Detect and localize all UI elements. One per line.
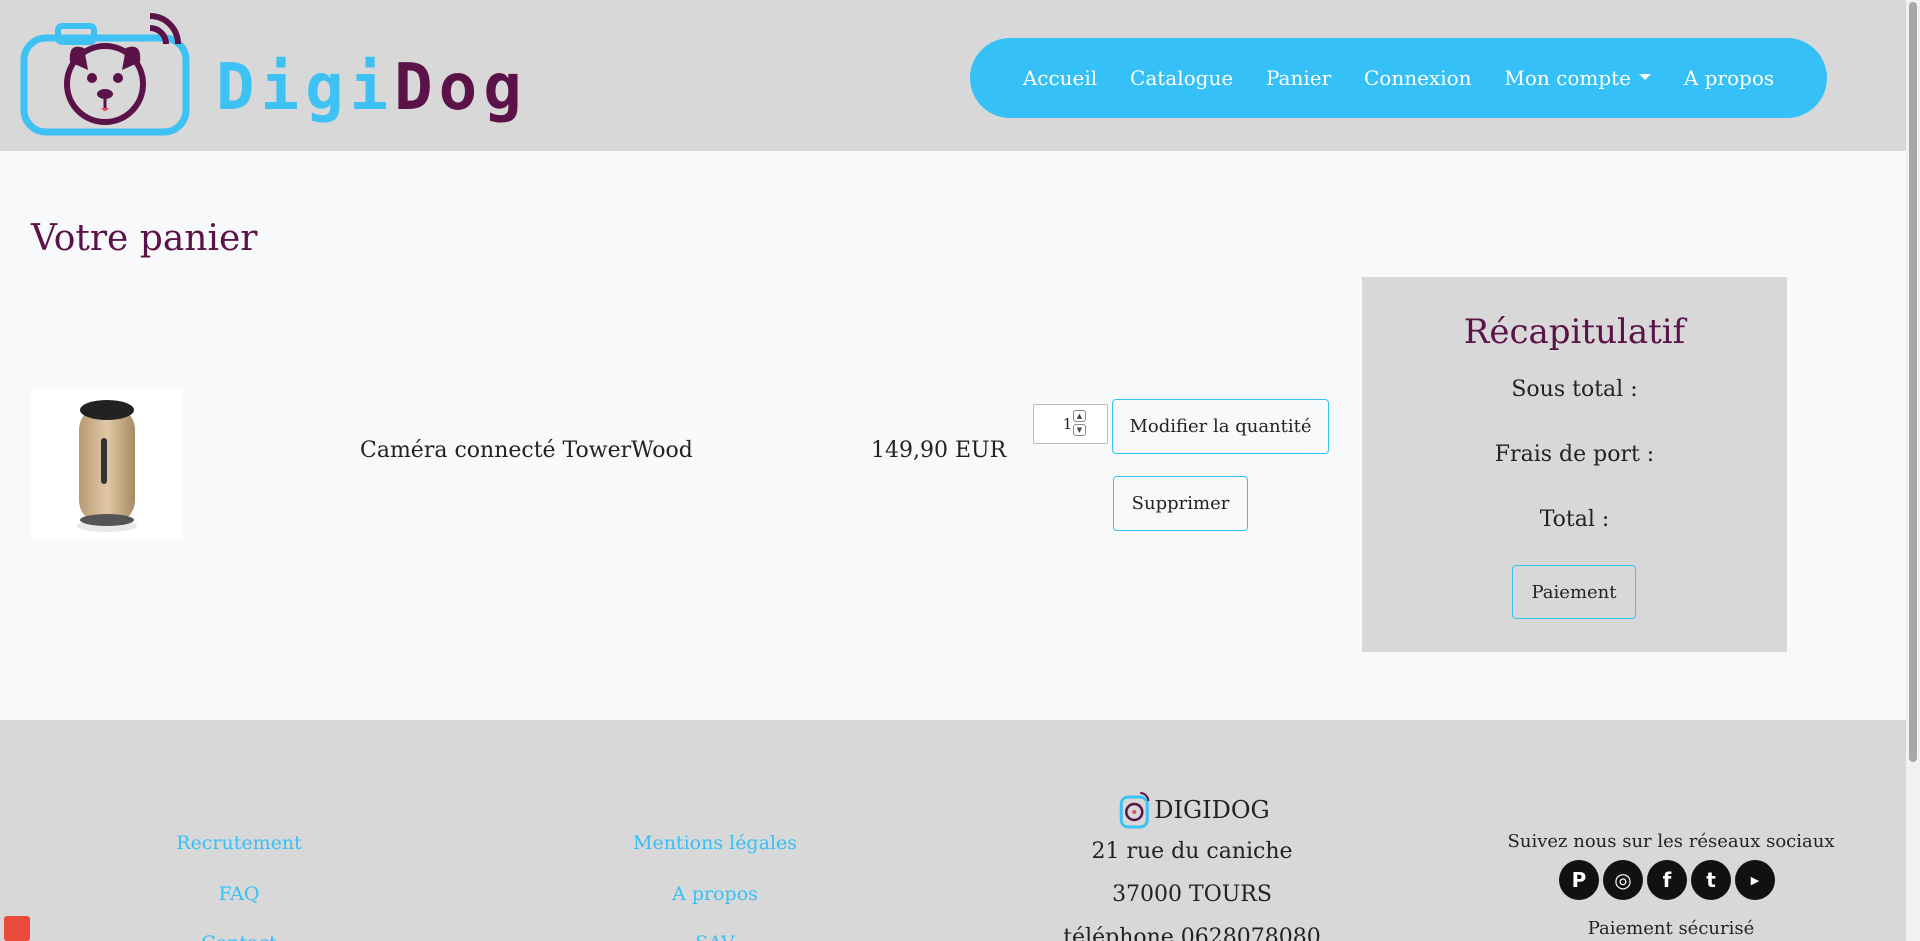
- logo-text-digi: Digi: [216, 51, 395, 125]
- digidog-logo[interactable]: DigiDog: [18, 12, 523, 140]
- quantity-input[interactable]: [1033, 404, 1108, 444]
- extension-icon[interactable]: [4, 916, 30, 941]
- page-scrollbar[interactable]: [1906, 0, 1920, 941]
- instagram-icon[interactable]: ◎: [1603, 860, 1643, 900]
- twitter-icon[interactable]: t: [1691, 860, 1731, 900]
- nav-catalog[interactable]: Catalogue: [1130, 66, 1233, 90]
- footer-link-about[interactable]: A propos: [672, 883, 758, 905]
- total-label: Total :: [1539, 507, 1610, 532]
- product-name: Caméra connecté TowerWood: [360, 438, 693, 463]
- site-header: DigiDog Accueil Catalogue Panier Connexi…: [0, 0, 1906, 151]
- footer-address-line2: 37000 TOURS: [1112, 882, 1272, 907]
- stepper-down-icon[interactable]: ▼: [1073, 424, 1086, 436]
- nav-account-dropdown[interactable]: Mon compte: [1504, 66, 1651, 90]
- nav-cart[interactable]: Panier: [1266, 66, 1331, 90]
- pinterest-icon[interactable]: P: [1559, 860, 1599, 900]
- page-title: Votre panier: [31, 218, 258, 259]
- payment-button[interactable]: Paiement: [1512, 565, 1636, 619]
- main-nav: Accueil Catalogue Panier Connexion Mon c…: [970, 38, 1827, 118]
- order-summary: Récapitulatif Sous total : Frais de port…: [1362, 277, 1787, 652]
- stepper-up-icon[interactable]: ▲: [1073, 410, 1086, 422]
- product-price: 149,90 EUR: [871, 438, 1007, 463]
- footer-link-sav[interactable]: SAV: [695, 932, 735, 941]
- footer-link-legal[interactable]: Mentions légales: [633, 832, 797, 854]
- nav-home[interactable]: Accueil: [1023, 66, 1097, 90]
- footer-brand: DIGIDOG: [1118, 791, 1270, 829]
- youtube-icon[interactable]: ▶: [1735, 860, 1775, 900]
- logo-text-dog: Dog: [394, 51, 528, 125]
- logo-wordmark: DigiDog: [216, 56, 528, 120]
- quantity-stepper[interactable]: ▲ ▼: [1073, 410, 1086, 436]
- social-title: Suivez nous sur les réseaux sociaux: [1507, 831, 1835, 852]
- footer-link-faq[interactable]: FAQ: [219, 883, 260, 905]
- summary-title: Récapitulatif: [1463, 312, 1686, 352]
- nav-about[interactable]: A propos: [1684, 66, 1774, 90]
- modify-quantity-button[interactable]: Modifier la quantité: [1112, 399, 1329, 454]
- nav-login[interactable]: Connexion: [1364, 66, 1472, 90]
- shipping-label: Frais de port :: [1494, 442, 1655, 467]
- footer-link-recruitment[interactable]: Recrutement: [176, 832, 302, 854]
- facebook-icon[interactable]: f: [1647, 860, 1687, 900]
- dog-camera-icon: [20, 13, 190, 136]
- social-links: P ◎ f t ▶: [1559, 860, 1775, 900]
- nav-account-label: Mon compte: [1504, 66, 1631, 90]
- secure-payment-label: Paiement sécurisé: [1587, 918, 1755, 939]
- digidog-small-logo-icon: [1119, 792, 1150, 829]
- footer-brand-name: DIGIDOG: [1154, 796, 1270, 824]
- footer-link-contact[interactable]: Contact: [201, 932, 276, 941]
- footer-phone: téléphone 0628078080: [1063, 925, 1321, 941]
- delete-item-button[interactable]: Supprimer: [1113, 476, 1248, 531]
- footer-address-line1: 21 rue du caniche: [1091, 839, 1293, 864]
- product-image: [31, 388, 183, 540]
- caret-down-icon: [1639, 73, 1651, 80]
- scrollbar-thumb[interactable]: [1909, 2, 1917, 762]
- camera-product-icon: [77, 400, 137, 532]
- subtotal-label: Sous total :: [1511, 377, 1638, 402]
